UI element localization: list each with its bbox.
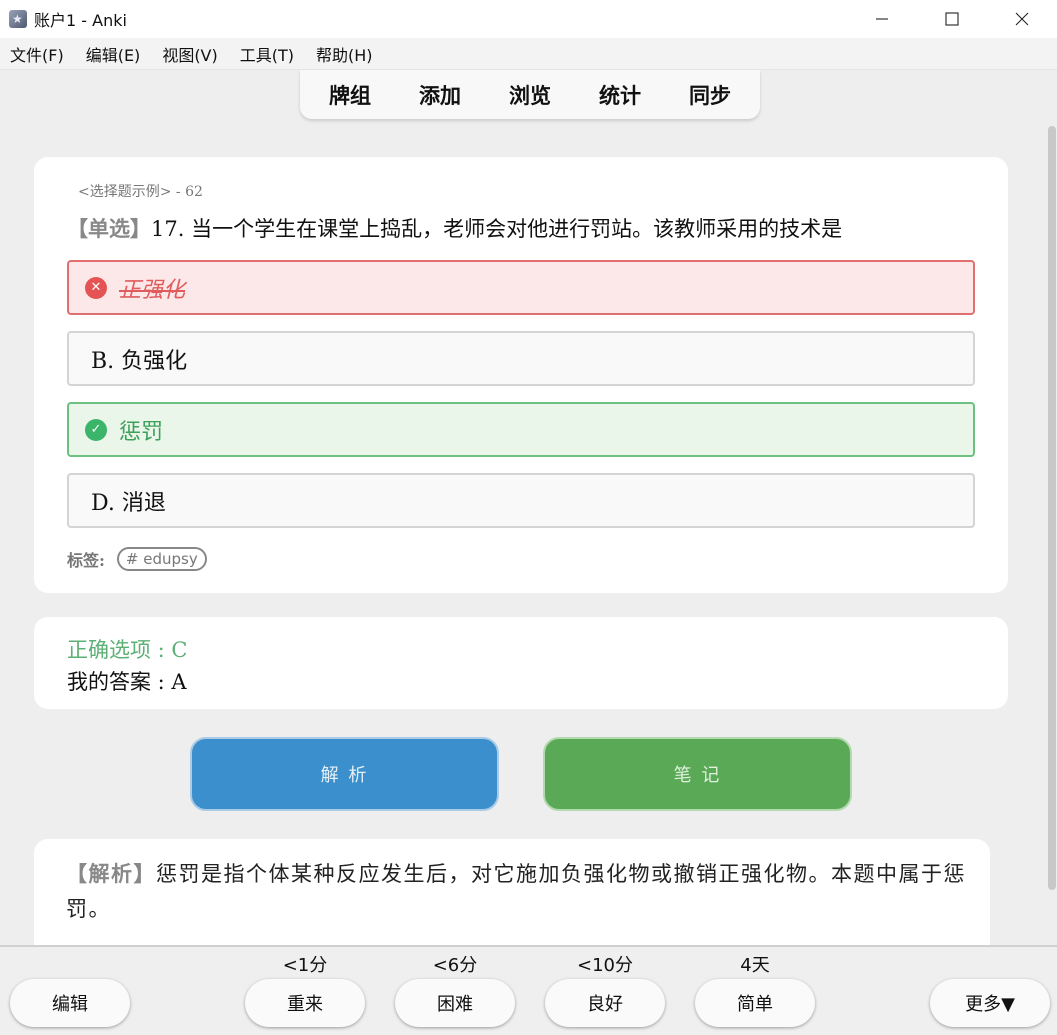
- maximize-icon: [945, 12, 959, 26]
- menu-file[interactable]: 文件(F): [10, 42, 64, 66]
- again-interval: <1分: [282, 955, 328, 976]
- check-icon: ✓: [85, 418, 107, 441]
- deck-label: <选择题示例> - 62: [78, 184, 203, 200]
- tags-label: 标签:: [67, 551, 105, 570]
- minimize-button[interactable]: [847, 0, 917, 38]
- scrollbar[interactable]: [1047, 70, 1057, 945]
- tag-badge[interactable]: # edupsy: [116, 547, 207, 571]
- explanation-body: 惩罚是指个体某种反应发生后，对它施加负强化物或撤销正强化物。本题中属于惩罚。: [66, 862, 966, 921]
- question-type: 【单选】: [67, 216, 151, 241]
- good-interval: <10分: [577, 955, 633, 976]
- question-body: 17. 当一个学生在课堂上捣乱，老师会对他进行罚站。该教师采用的技术是: [151, 217, 843, 241]
- analysis-button[interactable]: 解 析: [190, 737, 499, 811]
- window-title: 账户1 - Anki: [34, 11, 127, 30]
- question-text: 【单选】17. 当一个学生在课堂上捣乱，老师会对他进行罚站。该教师采用的技术是: [67, 213, 842, 243]
- correct-answer: 正确选项 : C: [67, 638, 188, 662]
- option-b[interactable]: B. 负强化: [67, 331, 975, 386]
- answer-card: 正确选项 : C 我的答案 : A: [34, 617, 1008, 709]
- anki-logo-icon: [9, 10, 27, 28]
- hard-button[interactable]: 困难: [395, 979, 515, 1027]
- title-bar: 账户1 - Anki: [0, 0, 1057, 38]
- easy-interval: 4天: [740, 955, 770, 976]
- menu-edit[interactable]: 编辑(E): [86, 42, 141, 66]
- menu-tools[interactable]: 工具(T): [240, 42, 294, 66]
- option-d[interactable]: D. 消退: [67, 473, 975, 528]
- explanation-text: 【解析】惩罚是指个体某种反应发生后，对它施加负强化物或撤销正强化物。本题中属于惩…: [66, 856, 976, 927]
- tags-row: 标签: # edupsy: [67, 547, 207, 571]
- review-bottom-bar: 编辑 <1分 重来 <6分 困难 <10分 良好 4天 简单 更多▼: [0, 945, 1057, 1035]
- top-nav: 牌组 添加 浏览 统计 同步: [300, 70, 760, 119]
- menu-help[interactable]: 帮助(H): [316, 42, 373, 66]
- close-icon: [1015, 12, 1029, 26]
- easy-button[interactable]: 简单: [695, 979, 815, 1027]
- tab-sync[interactable]: 同步: [665, 80, 755, 110]
- option-c[interactable]: ✓ 惩罚: [67, 402, 975, 457]
- question-card: <选择题示例> - 62 【单选】17. 当一个学生在课堂上捣乱，老师会对他进行…: [34, 157, 1008, 593]
- hard-interval: <6分: [432, 955, 478, 976]
- scroll-thumb[interactable]: [1048, 126, 1056, 890]
- minimize-icon: [876, 18, 888, 20]
- option-b-text: B. 负强化: [91, 348, 188, 374]
- option-d-text: D. 消退: [91, 490, 166, 516]
- option-a[interactable]: ✕ 正强化: [67, 260, 975, 315]
- more-button[interactable]: 更多▼: [930, 979, 1050, 1027]
- explanation-card: 【解析】惩罚是指个体某种反应发生后，对它施加负强化物或撤销正强化物。本题中属于惩…: [34, 839, 990, 945]
- note-button[interactable]: 笔 记: [543, 737, 852, 811]
- menu-bar: 文件(F) 编辑(E) 视图(V) 工具(T) 帮助(H): [0, 38, 1057, 70]
- again-button[interactable]: 重来: [245, 979, 365, 1027]
- option-a-text: 正强化: [119, 277, 186, 303]
- window-controls: [847, 0, 1057, 38]
- tab-stats[interactable]: 统计: [575, 80, 665, 110]
- tab-browse[interactable]: 浏览: [485, 80, 575, 110]
- edit-button[interactable]: 编辑: [10, 979, 130, 1027]
- my-answer: 我的答案 : A: [67, 670, 187, 694]
- menu-view[interactable]: 视图(V): [162, 42, 217, 66]
- maximize-button[interactable]: [917, 0, 987, 38]
- tab-decks[interactable]: 牌组: [305, 80, 395, 110]
- tab-add[interactable]: 添加: [395, 80, 485, 110]
- option-c-text: 惩罚: [119, 419, 164, 445]
- wrong-icon: ✕: [85, 276, 107, 299]
- close-button[interactable]: [987, 0, 1057, 38]
- explanation-head: 【解析】: [66, 861, 156, 886]
- good-button[interactable]: 良好: [545, 979, 665, 1027]
